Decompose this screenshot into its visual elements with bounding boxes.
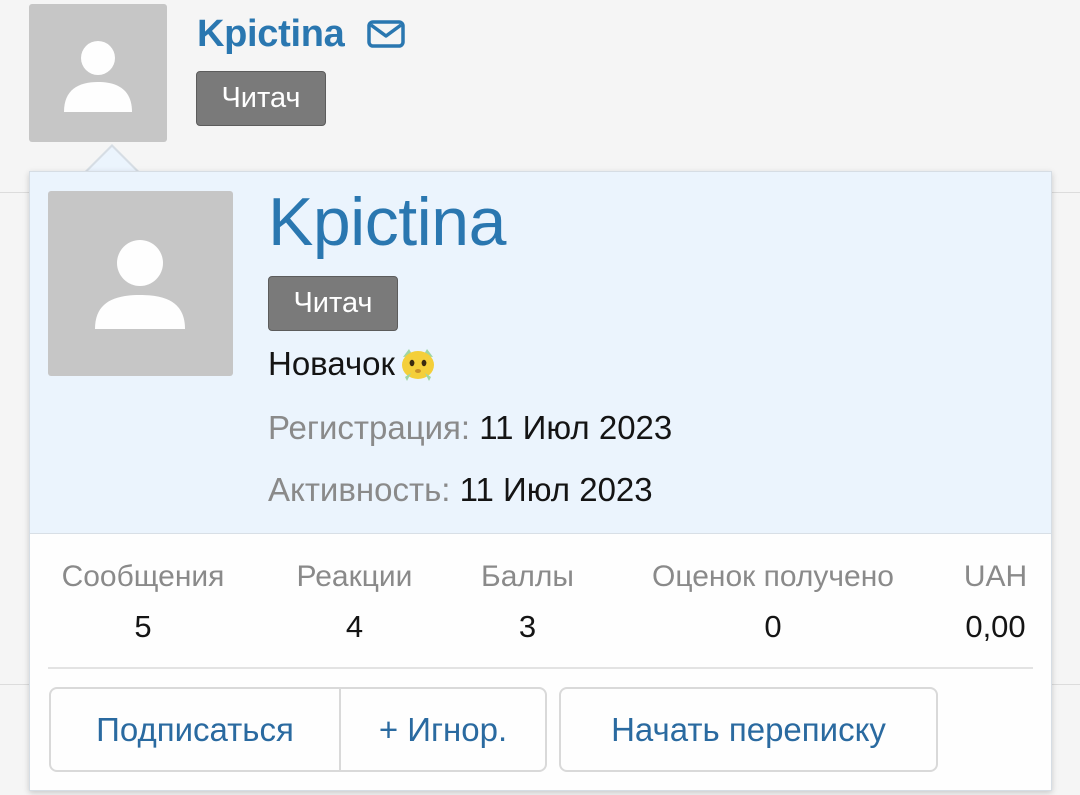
stat-value: 3 [518,609,537,644]
member-rank-label: Новачок [268,345,395,382]
envelope-icon[interactable] [367,20,405,48]
stat-points[interactable]: Баллы 3 [470,557,585,647]
page: Kpictina Читач Kpictina Читач Новачок Ре… [0,0,1080,795]
stat-value: 4 [345,609,364,644]
stat-label: UAH [963,560,1028,593]
registration-info: Регистрация: 11 Июл 2023 [268,406,672,450]
member-stats: Сообщения 5 Реакции 4 Баллы 3 Оценок пол… [30,557,1051,647]
member-card-header: Kpictina Читач Новачок Регистрация: 11 И… [30,172,1051,534]
registration-date: 11 Июл 2023 [479,409,673,446]
stat-messages[interactable]: Сообщения 5 [48,557,238,647]
stat-value: 5 [134,609,152,644]
post-user-title-badge: Читач [196,71,326,126]
activity-label: Активность: [268,471,451,508]
member-username-link[interactable]: Kpictina [268,180,506,264]
stat-value: 0,00 [965,609,1026,644]
registration-label: Регистрация: [268,409,471,446]
post-username-link[interactable]: Kpictina [197,10,345,58]
stat-label: Оценок получено [652,560,894,593]
member-user-title-badge: Читач [268,276,398,331]
tooltip-arrow-fill [86,147,138,173]
stat-reactions[interactable]: Реакции 4 [282,557,427,647]
stat-ratings-received[interactable]: Оценок получено 0 [628,557,918,647]
member-tooltip-card: Kpictina Читач Новачок Регистрация: 11 И… [29,171,1052,791]
user-silhouette-icon [95,240,185,329]
stat-label: Реакции [296,560,413,593]
activity-info: Активность: 11 Июл 2023 [268,468,653,512]
member-avatar[interactable] [48,191,233,376]
stat-label: Баллы [481,560,574,593]
stat-label: Сообщения [61,560,225,593]
stat-uah[interactable]: UAH 0,00 [958,557,1033,647]
activity-date: 11 Июл 2023 [459,471,653,508]
member-rank: Новачок [268,342,439,387]
follow-button[interactable]: Подписаться [49,687,341,772]
stat-value: 0 [764,609,782,644]
start-conversation-button[interactable]: Начать переписку [559,687,938,772]
post-avatar[interactable] [29,4,167,142]
newbie-smiley-icon [401,349,434,382]
user-silhouette-icon [64,41,132,112]
ignore-button[interactable]: + Игнор. [339,687,547,772]
stats-divider [48,667,1033,669]
